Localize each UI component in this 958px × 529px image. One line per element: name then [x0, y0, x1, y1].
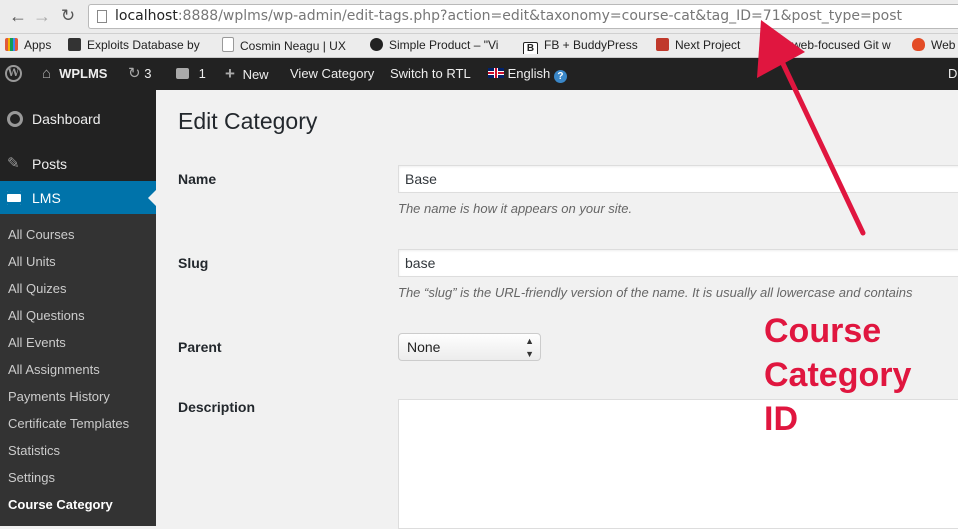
slug-description: The “slug” is the URL-friendly version o…	[398, 285, 913, 300]
pushpin-icon: ✎	[7, 155, 20, 172]
updates-icon: ↻	[128, 65, 141, 82]
admin-sidebar: Dashboard ✎ Posts LMS All Courses All Un…	[0, 90, 156, 526]
browser-toolbar: ← → ↻ localhost:8888/wplms/wp-admin/edit…	[0, 0, 958, 34]
page-icon	[97, 10, 107, 23]
reload-icon[interactable]: ↻	[58, 6, 78, 26]
comments-count: 1	[198, 66, 206, 81]
language-switcher[interactable]: English ?	[488, 58, 567, 90]
bookmark-label: Apps	[24, 38, 52, 52]
flame-icon	[912, 38, 925, 51]
parent-selected-value: None	[407, 339, 441, 355]
url-text[interactable]: localhost:8888/wplms/wp-admin/edit-tags.…	[115, 8, 902, 24]
updates-count: 3	[144, 66, 152, 81]
updates-link[interactable]: ↻ 3	[128, 58, 151, 90]
bookmark-label: FB + BuddyPress	[544, 38, 638, 52]
bookmark-label: Next Project	[675, 38, 741, 52]
new-label: New	[242, 67, 269, 82]
description-label: Description	[178, 399, 256, 415]
parent-select[interactable]: None ▲ ▼	[398, 333, 541, 361]
name-label: Name	[178, 171, 217, 187]
submenu-payments-history[interactable]: Payments History	[8, 387, 110, 407]
uk-flag-icon	[488, 68, 504, 78]
bookmark-label: Web	[931, 38, 956, 52]
forward-icon[interactable]: →	[32, 6, 52, 26]
menu-posts[interactable]: ✎ Posts	[0, 147, 156, 181]
annotation-line: Category	[764, 356, 912, 394]
new-content-link[interactable]: + New	[225, 58, 269, 90]
select-arrows-icon: ▲ ▼	[525, 336, 534, 359]
view-category-link[interactable]: View Category	[290, 58, 374, 90]
slug-input[interactable]: base	[398, 249, 958, 277]
dashboard-icon	[7, 111, 23, 127]
bookmark-git[interactable]: web-focused Git w	[776, 37, 900, 54]
bookmark-cosmin[interactable]: Cosmin Neagu | UX	[222, 37, 362, 54]
annotation-line: Course	[764, 312, 882, 350]
submenu-settings[interactable]: Settings	[8, 468, 55, 488]
name-description: The name is how it appears on your site.	[398, 201, 633, 216]
submenu-statistics[interactable]: Statistics	[8, 441, 60, 461]
submenu-all-questions[interactable]: All Questions	[8, 306, 85, 326]
page-icon	[222, 37, 234, 52]
parent-label: Parent	[178, 339, 222, 355]
switch-rtl-link[interactable]: Switch to RTL	[390, 58, 471, 90]
bookmark-next-project[interactable]: Next Project	[656, 37, 756, 54]
language-label: English	[507, 66, 551, 81]
submenu-course-category[interactable]: Course Category	[8, 495, 113, 515]
back-icon[interactable]: ←	[8, 6, 28, 26]
submenu-all-assignments[interactable]: All Assignments	[8, 360, 100, 380]
wp-admin-bar: W ⌂ WPLMS ↻ 3 1 + New View Category Switc…	[0, 58, 958, 90]
name-input[interactable]: Base	[398, 165, 958, 193]
github-icon	[370, 38, 383, 51]
menu-label: Dashboard	[32, 111, 101, 127]
annotation-line: ID	[764, 400, 798, 438]
lms-book-icon	[7, 191, 21, 205]
submenu-certificate-templates[interactable]: Certificate Templates	[8, 414, 129, 434]
adminbar-right-item[interactable]: D	[948, 58, 957, 90]
submenu-all-units[interactable]: All Units	[8, 252, 56, 272]
comment-bubble-icon	[176, 68, 189, 79]
bookmark-apps[interactable]: Apps	[5, 37, 60, 54]
submenu-all-quizes[interactable]: All Quizes	[8, 279, 67, 299]
bookmark-simple-product[interactable]: Simple Product – "Vi	[370, 37, 510, 54]
menu-label: Posts	[32, 156, 68, 172]
submenu-all-events[interactable]: All Events	[8, 333, 66, 353]
slug-label: Slug	[178, 255, 209, 271]
submenu-all-courses[interactable]: All Courses	[8, 225, 74, 245]
bookmarks-bar: Apps Exploits Database by Cosmin Neagu |…	[0, 34, 958, 58]
bookmark-label: Cosmin Neagu | UX	[240, 39, 346, 53]
site-name-link[interactable]: ⌂ WPLMS	[42, 58, 107, 90]
address-bar[interactable]: localhost:8888/wplms/wp-admin/edit-tags.…	[88, 4, 958, 29]
bookmark-label: web-focused Git w	[792, 38, 891, 52]
menu-label: LMS	[32, 190, 61, 206]
menu-lms[interactable]: LMS	[0, 181, 156, 215]
exploit-db-icon	[68, 38, 81, 51]
edit-category-form: Edit Category Name Base The name is how …	[156, 90, 958, 529]
wordpress-logo-icon[interactable]: W	[5, 65, 22, 82]
b-logo-icon: B	[523, 42, 538, 54]
plus-icon: +	[225, 64, 235, 83]
url-host: localhost	[115, 8, 178, 24]
menu-dashboard[interactable]: Dashboard	[0, 102, 156, 136]
site-name: WPLMS	[59, 66, 108, 81]
lms-submenu: All Courses All Units All Quizes All Que…	[0, 214, 156, 526]
bookmark-fb-buddypress[interactable]: B FB + BuddyPress	[523, 37, 641, 54]
help-icon: ?	[553, 70, 567, 83]
git-icon	[776, 38, 789, 54]
bookmark-label: Simple Product – "Vi	[389, 38, 499, 52]
bookmark-web[interactable]: Web	[912, 37, 958, 54]
home-icon: ⌂	[42, 65, 52, 82]
url-path: :8888/wplms/wp-admin/edit-tags.php?actio…	[177, 8, 902, 24]
page-title: Edit Category	[178, 108, 318, 134]
comments-link[interactable]: 1	[176, 58, 206, 90]
flag-icon	[656, 38, 669, 51]
bookmark-label: Exploits Database by	[87, 38, 200, 52]
apps-grid-icon	[5, 38, 18, 51]
bookmark-exploits[interactable]: Exploits Database by	[68, 37, 206, 54]
annotation-label: Course Category ID	[764, 309, 911, 441]
